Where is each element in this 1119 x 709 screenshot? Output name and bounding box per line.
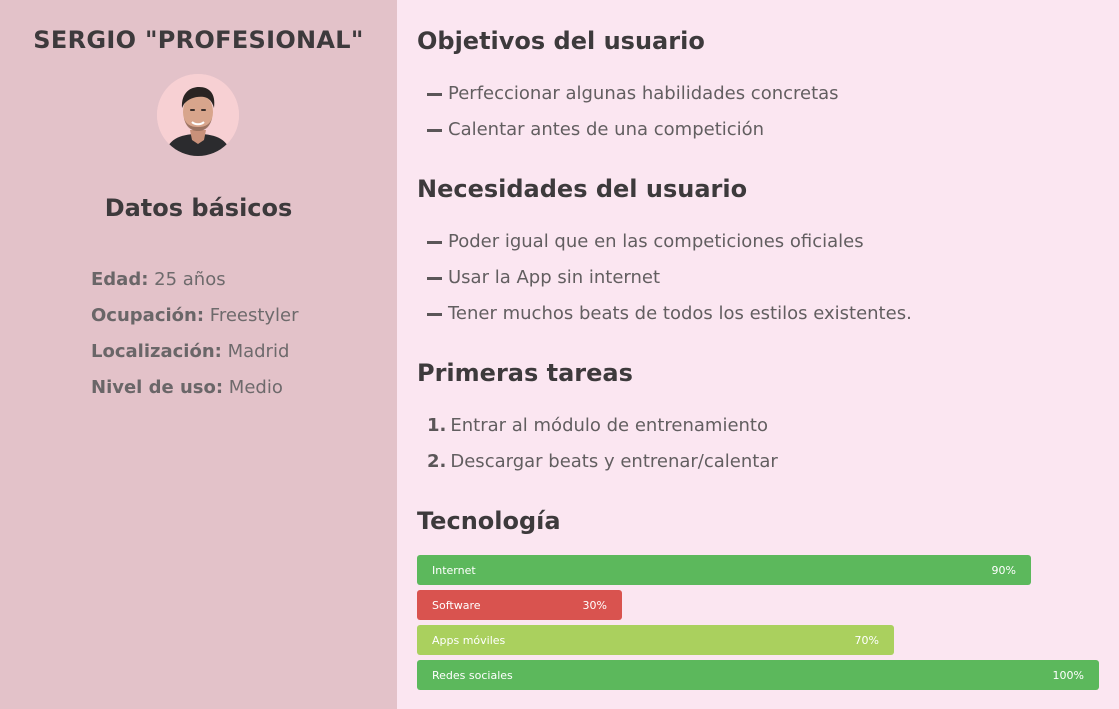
tasks-list: 1. Entrar al módulo de entrenamiento 2. De… [427,408,778,480]
needs-title: Necesidades del usuario [417,175,748,203]
persona-sidebar: SERGIO "PROFESIONAL" Datos básicos Edad:… [0,0,397,709]
basic-data-title: Datos básicos [104,194,293,222]
tech-bar-label: Redes sociales [432,668,513,682]
dash-icon [427,128,442,132]
basic-location: Localización: Madrid [91,341,290,362]
basic-usage-level: Nivel de uso: Medio [91,377,283,398]
goals-title: Objetivos del usuario [417,27,705,55]
list-item: 2. Descargar beats y entrenar/calentar [427,451,778,472]
tech-bar-label: Apps móviles [432,633,506,647]
list-item: 1. Entrar al módulo de entrenamiento [427,415,769,436]
tech-bar-percent: 30% [582,598,607,612]
basic-age: Edad: 25 años [91,269,226,290]
list-item: Poder igual que en las competiciones ofi… [427,224,912,260]
person-portrait-icon [157,74,239,156]
tech-bar-percent: 70% [854,633,879,647]
list-item: Perfeccionar algunas habilidades concret… [427,76,839,112]
persona-name: SERGIO "PROFESIONAL" [33,26,364,54]
basic-occupation: Ocupación: Freestyler [91,305,299,326]
dash-icon [427,276,442,280]
tech-bar-percent: 100% [1052,668,1084,682]
tech-bar-label: Software [432,598,481,612]
dash-icon [427,312,442,316]
tech-bar-label: Internet [432,563,476,577]
technology-title: Tecnología [417,507,561,535]
goals-list: Perfeccionar algunas habilidades concret… [427,76,839,148]
tech-bar-internet: Internet 90% [417,555,1031,585]
basic-data-list: Edad: 25 años Ocupación: Freestyler Loca… [91,268,299,412]
list-item: Usar la App sin internet [427,260,912,296]
needs-list: Poder igual que en las competiciones ofi… [427,224,912,332]
dash-icon [427,92,442,96]
dash-icon [427,240,442,244]
tech-bar-social-networks: Redes sociales 100% [417,660,1099,690]
list-item: Calentar antes de una competición [427,112,839,148]
tasks-title: Primeras tareas [417,359,633,387]
persona-details: Objetivos del usuario Perfeccionar algun… [417,0,1107,709]
tech-bar-software: Software 30% [417,590,622,620]
list-item: Tener muchos beats de todos los estilos … [427,296,912,332]
tech-bar-percent: 90% [991,563,1016,577]
tech-bar-mobile-apps: Apps móviles 70% [417,625,894,655]
